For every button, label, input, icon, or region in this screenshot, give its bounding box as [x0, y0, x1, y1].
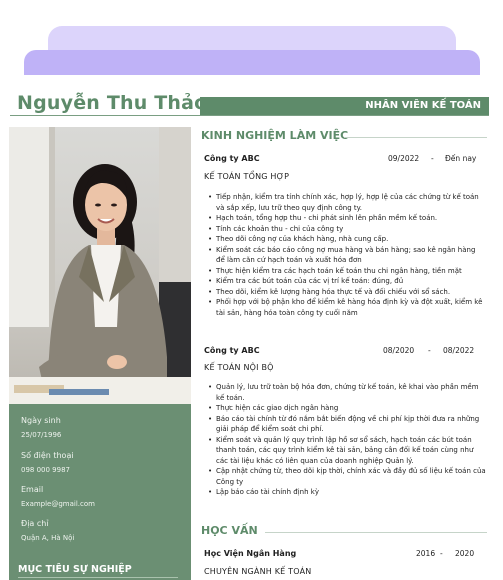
education-major: CHUYÊN NGÀNH KẾ TOÁN [204, 567, 312, 576]
job-1-date-separator: - [431, 154, 434, 163]
address-label: Địa chỉ [21, 519, 49, 528]
job-2-company: Công ty ABC [204, 346, 260, 355]
job-1-end-date: Đến nay [445, 154, 477, 163]
list-item: Quản lý, lưu trữ toàn bộ hóa đơn, chứng … [208, 382, 486, 403]
candidate-name: Nguyễn Thu Thảo [17, 92, 208, 114]
list-item: Cập nhật chứng từ, theo dõi kịp thời, ch… [208, 466, 486, 487]
job-1-company: Công ty ABC [204, 154, 260, 163]
list-item: Kiểm soát các báo cáo công nợ mua hàng v… [208, 245, 486, 266]
list-item: Báo cáo tài chính từ đó nắm bắt biến độn… [208, 414, 486, 435]
school-name: Học Viện Ngân Hàng [204, 549, 297, 558]
list-item: Tính các khoản thu - chi của công ty [208, 224, 486, 235]
job-1-start-date: 09/2022 [388, 154, 420, 163]
experience-divider [344, 137, 487, 138]
list-item: Theo dõi, kiểm kê lượng hàng hóa thực tế… [208, 287, 486, 298]
job-2-role: KẾ TOÁN NỘI BỘ [204, 363, 274, 372]
contact-panel: Ngày sinh 25/07/1996 Số điện thoại 098 0… [9, 404, 191, 580]
list-item: Lập báo cáo tài chính định kỳ [208, 487, 486, 498]
birthdate-label: Ngày sinh [21, 416, 61, 425]
email-label: Email [21, 485, 44, 494]
birthdate-value: 25/07/1996 [21, 431, 62, 439]
job-2-end-date: 08/2022 [443, 346, 475, 355]
education-date-separator: - [440, 549, 443, 558]
education-heading: HỌC VẤN [201, 524, 258, 537]
job-2-responsibilities: Quản lý, lưu trữ toàn bộ hóa đơn, chứng … [208, 382, 486, 498]
experience-heading: KINH NGHIỆM LÀM VIỆC [201, 129, 349, 142]
list-item: Theo dõi công nợ của khách hàng, nhà cun… [208, 234, 486, 245]
portrait-illustration [9, 127, 191, 404]
header-divider [10, 115, 489, 116]
education-divider [265, 532, 487, 533]
email-value: Example@gmail.com [21, 500, 95, 508]
list-item: Phối hợp với bộ phận kho để kiểm kê hàng… [208, 297, 486, 318]
objective-divider [18, 577, 178, 578]
list-item: Kiểm soát và quản lý quy trình lập hồ sơ… [208, 435, 486, 467]
education-end-year: 2020 [455, 549, 475, 558]
job-1-role: KẾ TOÁN TỔNG HỢP [204, 172, 290, 181]
list-item: Kiểm tra các bút toán của các vị trí kế … [208, 276, 486, 287]
phone-label: Số điện thoại [21, 451, 74, 460]
list-item: Thực hiện các giao dịch ngân hàng [208, 403, 486, 414]
job-1-responsibilities: Tiếp nhận, kiểm tra tính chính xác, hợp … [208, 192, 486, 318]
list-item: Tiếp nhận, kiểm tra tính chính xác, hợp … [208, 192, 486, 213]
address-value: Quận A, Hà Nội [21, 534, 75, 542]
list-item: Thực hiện kiểm tra các hạch toán kế toán… [208, 266, 486, 277]
phone-value: 098 000 9987 [21, 466, 70, 474]
decorative-banner [24, 50, 480, 75]
job-2-start-date: 08/2020 [383, 346, 415, 355]
career-objective-heading: MỤC TIÊU SỰ NGHIỆP [18, 564, 132, 575]
education-start-year: 2016 [416, 549, 436, 558]
list-item: Hạch toán, tổng hợp thu - chi phát sinh … [208, 213, 486, 224]
profile-photo [9, 127, 191, 404]
job-title-banner: NHÂN VIÊN KẾ TOÁN [200, 97, 489, 115]
job-2-date-separator: - [428, 346, 431, 355]
